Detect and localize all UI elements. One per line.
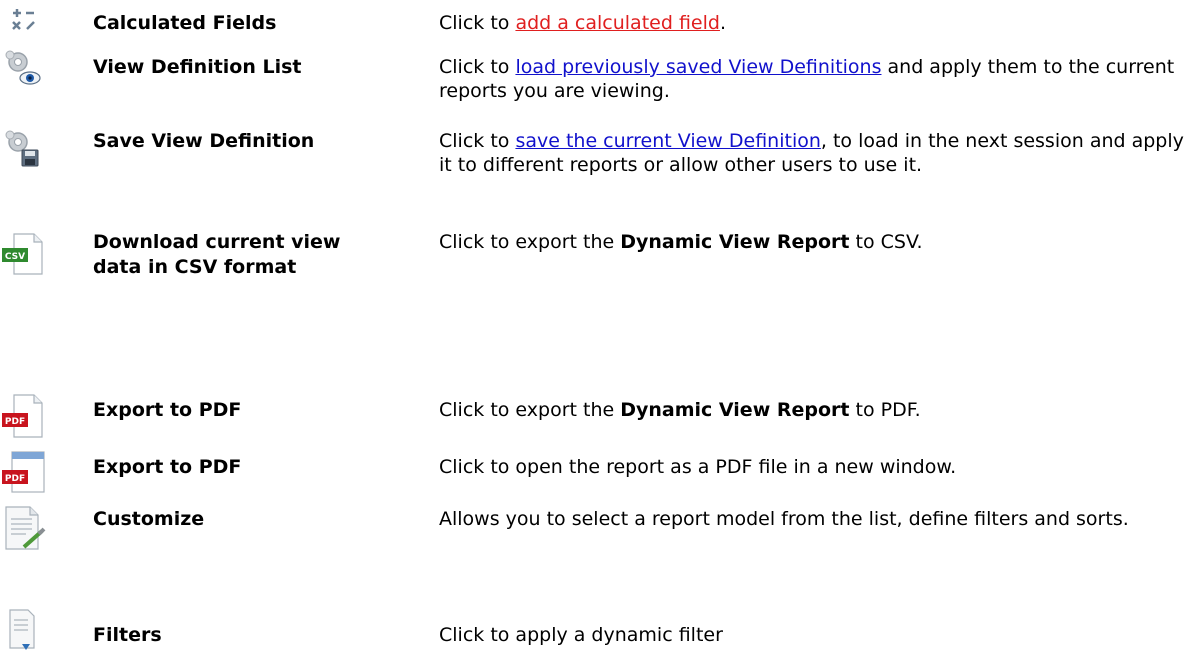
- row-description: Click to add a calculated field.: [439, 11, 1199, 35]
- row-label: View Definition List: [93, 56, 302, 78]
- add-calculated-field-link[interactable]: add a calculated field: [515, 12, 720, 34]
- row-label: Customize: [93, 508, 205, 530]
- row-label: Calculated Fields: [93, 12, 277, 34]
- gear-floppy-icon: [0, 128, 48, 176]
- save-view-definition-link[interactable]: save the current View Definition: [515, 130, 820, 152]
- row-label: Export to PDF: [93, 399, 242, 421]
- desc-bold-text: Dynamic View Report: [620, 399, 850, 421]
- row-label: Save View Definition: [93, 130, 315, 152]
- pdf-file-icon: PDF: [0, 393, 48, 441]
- load-view-definitions-link[interactable]: load previously saved View Definitions: [515, 56, 881, 78]
- desc-text: Click to apply a dynamic filter: [439, 624, 723, 646]
- calculator-icon: [0, 4, 48, 52]
- desc-text: Click to export the: [439, 231, 621, 253]
- row-description: Click to export the Dynamic View Report …: [439, 230, 1199, 254]
- desc-text: Allows you to select a report model from…: [439, 508, 1129, 530]
- desc-text: to PDF.: [849, 399, 921, 421]
- desc-text: to CSV.: [849, 231, 923, 253]
- row-description: Click to export the Dynamic View Report …: [439, 398, 1199, 422]
- pdf-badge-text: PDF: [5, 417, 25, 427]
- row-label: Export to PDF: [93, 456, 242, 478]
- document-filter-icon: [0, 608, 48, 656]
- desc-text: Click to export the: [439, 399, 621, 421]
- row-description: Allows you to select a report model from…: [439, 507, 1199, 531]
- row-label: Download current view data in CSV format: [93, 231, 341, 278]
- pdf-window-icon: PDF: [0, 450, 48, 498]
- row-description: Click to apply a dynamic filter: [439, 623, 1199, 647]
- desc-text: Click to open the report as a PDF file i…: [439, 456, 957, 478]
- desc-text: Click to: [439, 130, 516, 152]
- pdf-badge-text: PDF: [5, 474, 25, 484]
- gear-eye-icon: [0, 48, 48, 96]
- row-label: Filters: [93, 624, 162, 646]
- row-description: Click to save the current View Definitio…: [439, 129, 1199, 177]
- document-pencil-icon: [0, 503, 48, 551]
- row-description: Click to open the report as a PDF file i…: [439, 455, 1199, 479]
- desc-text: Click to: [439, 56, 516, 78]
- csv-file-icon: CSV: [0, 230, 48, 278]
- desc-text: .: [719, 12, 726, 34]
- desc-bold-text: Dynamic View Report: [620, 231, 850, 253]
- desc-text: Click to: [439, 12, 516, 34]
- csv-badge-text: CSV: [5, 252, 25, 262]
- row-description: Click to load previously saved View Defi…: [439, 55, 1199, 103]
